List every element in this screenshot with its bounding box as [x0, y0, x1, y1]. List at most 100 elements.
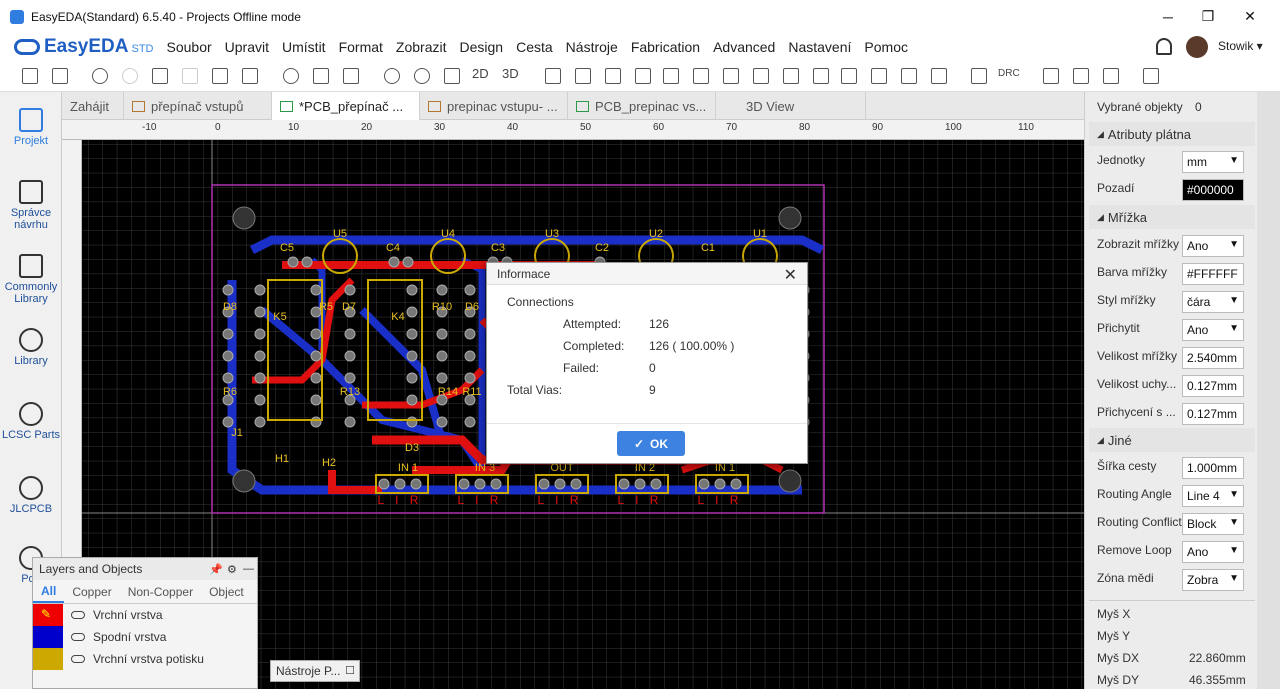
- align-right-icon[interactable]: [693, 68, 709, 84]
- settings-icon[interactable]: [1103, 68, 1119, 84]
- layer-row-top-silk[interactable]: Vrchní vrstva potisku: [33, 648, 257, 670]
- layers-tab-non-copper[interactable]: Non-Copper: [120, 580, 201, 603]
- group-icon[interactable]: [931, 68, 947, 84]
- cut-icon[interactable]: [212, 68, 228, 84]
- background-color-field[interactable]: #000000: [1182, 179, 1244, 201]
- align-center-h-icon[interactable]: [783, 68, 799, 84]
- remove-loop-select[interactable]: Ano ▼: [1182, 541, 1244, 563]
- zoom-out-icon[interactable]: [414, 68, 430, 84]
- photo-view-icon[interactable]: [1143, 68, 1159, 84]
- layers-icon[interactable]: [343, 68, 359, 84]
- other-section[interactable]: ◢ Jiné: [1089, 428, 1255, 452]
- undo-icon[interactable]: [92, 68, 108, 84]
- menu-format[interactable]: Format: [339, 39, 383, 55]
- layers-panel-header[interactable]: Layers and Objects 📌 ⚙ —: [33, 558, 257, 580]
- paste-icon[interactable]: [182, 68, 198, 84]
- tab-schematic-prepinac[interactable]: přepínač vstupů: [124, 92, 272, 120]
- menu-soubor[interactable]: Soubor: [167, 39, 212, 55]
- fit-view-icon[interactable]: [444, 68, 460, 84]
- rotate-right-icon[interactable]: [575, 68, 591, 84]
- restore-panel-icon[interactable]: ☐: [345, 664, 355, 677]
- pin-icon[interactable]: 📌: [209, 563, 223, 576]
- properties-scrollbar[interactable]: [1257, 92, 1280, 689]
- align-grid-icon[interactable]: [841, 68, 857, 84]
- bom-icon[interactable]: [1043, 68, 1059, 84]
- menu-fabrication[interactable]: Fabrication: [631, 39, 700, 55]
- layers-tab-all[interactable]: All: [33, 580, 65, 603]
- eye-icon[interactable]: [71, 633, 85, 641]
- redo-icon[interactable]: [122, 68, 138, 84]
- grid-section[interactable]: ◢ Mřížka: [1089, 205, 1255, 229]
- minimize-button[interactable]: ─: [1148, 0, 1188, 33]
- layer-color-swatch[interactable]: ✎: [33, 604, 63, 626]
- sidebar-item-library[interactable]: Library: [0, 328, 62, 367]
- tab-pcb-prepinac-active[interactable]: *PCB_přepínač ...: [272, 92, 420, 120]
- layers-tab-object[interactable]: Object: [201, 580, 252, 603]
- tools-panel-collapsed[interactable]: Nástroje P... ☐: [270, 660, 360, 682]
- search-icon[interactable]: [283, 68, 299, 84]
- open-folder-icon[interactable]: [22, 68, 38, 84]
- tab-pcb-prepinac-vs[interactable]: PCB_prepinac vs...: [568, 92, 716, 120]
- close-window-button[interactable]: ✕: [1230, 0, 1270, 33]
- align-center-v-icon[interactable]: [813, 68, 829, 84]
- grid-size-field[interactable]: 2.540mm: [1182, 347, 1244, 369]
- canvas-attributes-section[interactable]: ◢ Atributy plátna: [1089, 122, 1255, 146]
- alt-snap-field[interactable]: 0.127mm: [1182, 375, 1244, 397]
- show-grid-select[interactable]: Ano ▼: [1182, 235, 1244, 257]
- flip-vertical-icon[interactable]: [635, 68, 651, 84]
- dialog-header[interactable]: Informace ✕: [487, 263, 807, 285]
- align-top-icon[interactable]: [723, 68, 739, 84]
- copy-icon[interactable]: [152, 68, 168, 84]
- eye-icon[interactable]: [71, 611, 85, 619]
- view-2d-button[interactable]: 2D: [472, 66, 489, 81]
- distribute-h-icon[interactable]: [871, 68, 887, 84]
- menu-upravit[interactable]: Upravit: [225, 39, 269, 55]
- rotate-left-icon[interactable]: [545, 68, 561, 84]
- menu-advanced[interactable]: Advanced: [713, 39, 775, 55]
- drc-button[interactable]: DRC: [998, 68, 1020, 79]
- sidebar-item-jlcpcb[interactable]: JLCPCB: [0, 476, 62, 515]
- routing-conflict-select[interactable]: Block ▼: [1182, 513, 1244, 535]
- zoom-in-icon[interactable]: [384, 68, 400, 84]
- tab-3d-view[interactable]: 3D View: [716, 92, 866, 120]
- align-left-icon[interactable]: [663, 68, 679, 84]
- save-icon[interactable]: [52, 68, 68, 84]
- distribute-v-icon[interactable]: [901, 68, 917, 84]
- align-bottom-icon[interactable]: [753, 68, 769, 84]
- copper-zone-select[interactable]: Zobra ▼: [1182, 569, 1244, 591]
- layer-row-bottom[interactable]: Spodní vrstva: [33, 626, 257, 648]
- menu-zobrazit[interactable]: Zobrazit: [396, 39, 447, 55]
- snap-select[interactable]: Ano ▼: [1182, 319, 1244, 341]
- layers-tab-copper[interactable]: Copper: [64, 580, 119, 603]
- track-width-field[interactable]: 1.000mm: [1182, 457, 1244, 479]
- menu-design[interactable]: Design: [460, 39, 504, 55]
- menu-pomoc[interactable]: Pomoc: [864, 39, 908, 55]
- sidebar-item-projekt[interactable]: Projekt: [0, 108, 62, 147]
- layer-row-top[interactable]: ✎ Vrchní vrstva: [33, 604, 257, 626]
- delete-icon[interactable]: [242, 68, 258, 84]
- ok-button[interactable]: ✓ OK: [617, 431, 685, 456]
- gerber-icon[interactable]: [1073, 68, 1089, 84]
- menu-cesta[interactable]: Cesta: [516, 39, 553, 55]
- restore-button[interactable]: ❐: [1188, 0, 1228, 33]
- menu-nastaveni[interactable]: Nastavení: [788, 39, 851, 55]
- tab-schematic-prepinac-vstupu[interactable]: prepinac vstupu- ...: [420, 92, 568, 120]
- user-avatar[interactable]: [1186, 36, 1208, 58]
- snap-size-field[interactable]: 0.127mm: [1182, 403, 1244, 425]
- grid-color-field[interactable]: #FFFFFF: [1182, 263, 1244, 285]
- eye-icon[interactable]: [71, 655, 85, 663]
- tab-zahajit[interactable]: Zahájit: [62, 92, 124, 120]
- close-icon[interactable]: ✕: [784, 265, 797, 285]
- layer-color-swatch[interactable]: [33, 626, 63, 648]
- flip-horizontal-icon[interactable]: [605, 68, 621, 84]
- sidebar-item-commonly-library[interactable]: Commonly Library: [0, 254, 62, 305]
- notification-bell-icon[interactable]: [1156, 38, 1172, 55]
- view-3d-button[interactable]: 3D: [502, 66, 519, 81]
- menu-nastroje[interactable]: Nástroje: [566, 39, 618, 55]
- sidebar-item-design-manager[interactable]: Správce návrhu: [0, 180, 62, 231]
- grid-style-select[interactable]: čára ▼: [1182, 291, 1244, 313]
- route-icon[interactable]: [971, 68, 987, 84]
- units-select[interactable]: mm ▼: [1182, 151, 1244, 173]
- layer-color-swatch[interactable]: [33, 648, 63, 670]
- menu-umistit[interactable]: Umístit: [282, 39, 326, 55]
